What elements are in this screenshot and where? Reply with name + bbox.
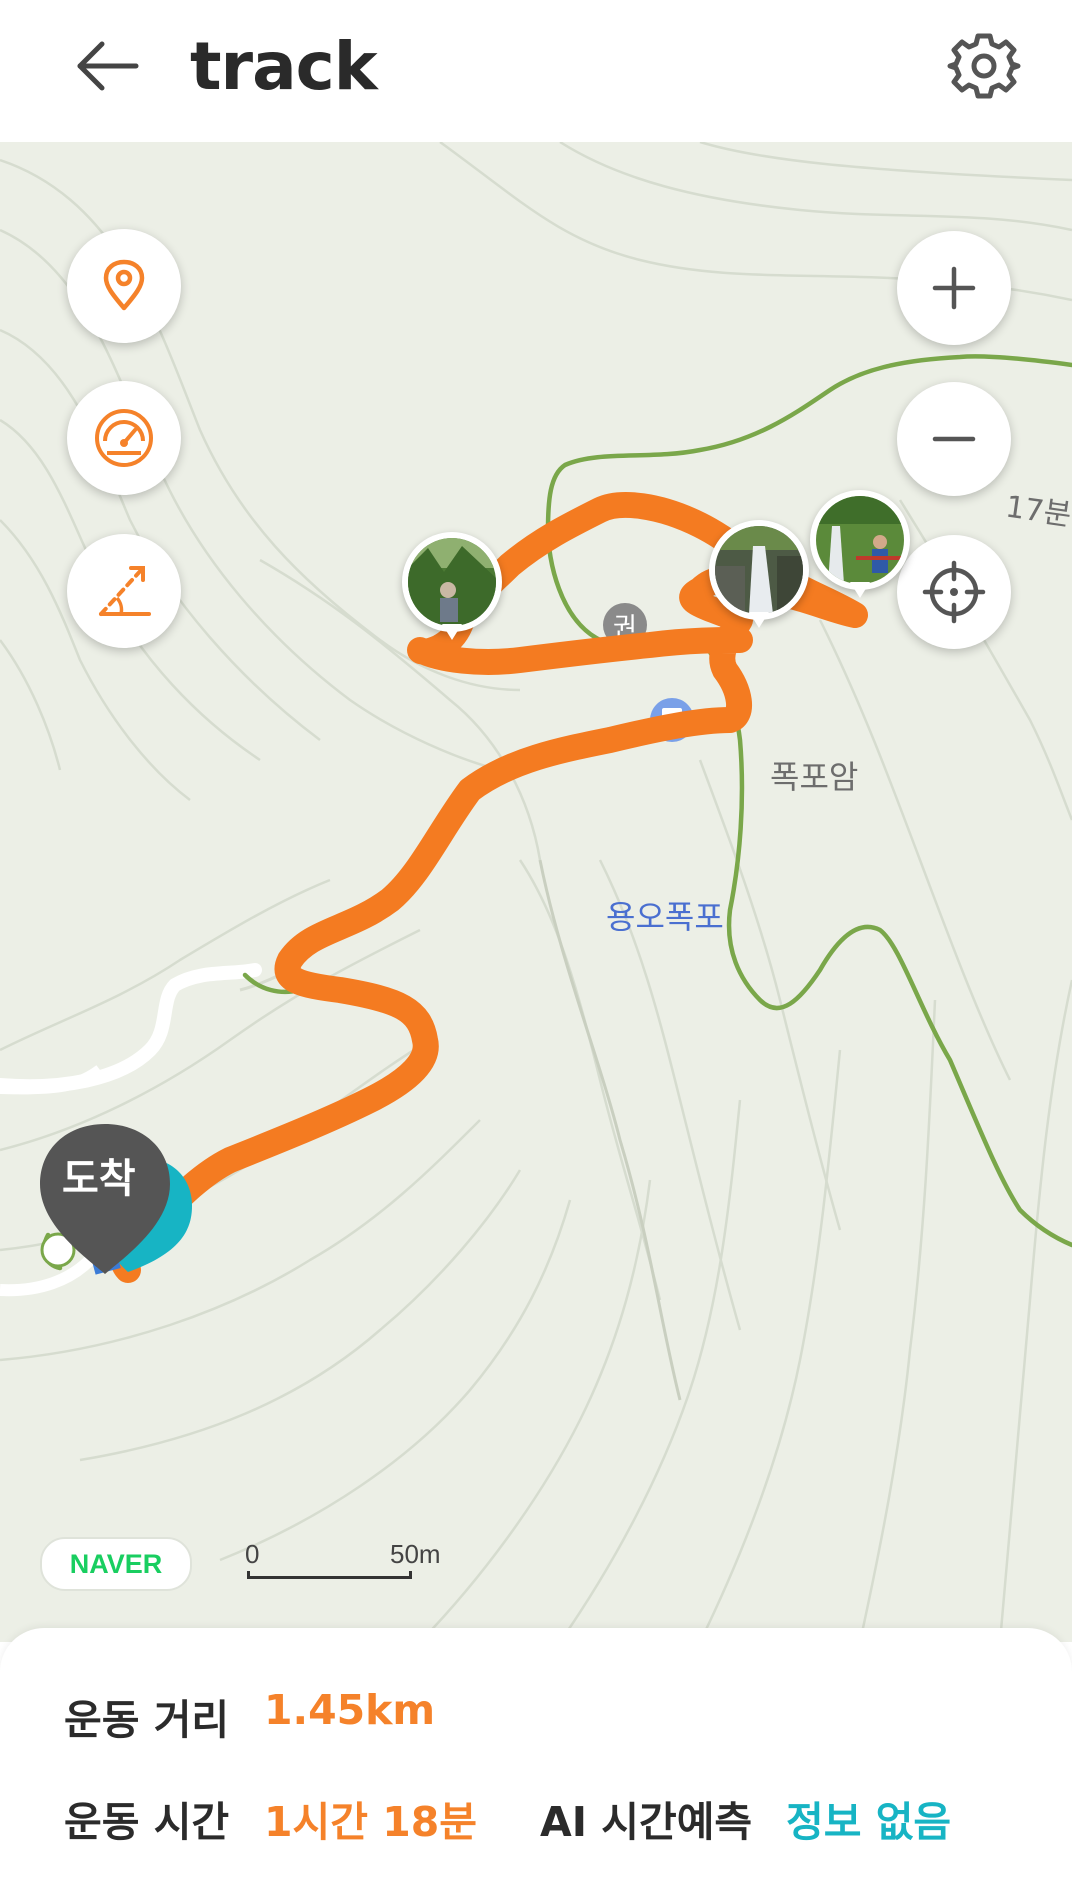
map-canvas: 권	[0, 142, 1072, 1642]
waterfall-photo-thumbnail	[715, 526, 803, 614]
arrival-marker[interactable]	[38, 1114, 198, 1304]
distance-label: 운동 거리	[64, 1696, 230, 1744]
scale-end: 50m	[390, 1539, 441, 1569]
app-header: track	[0, 0, 1072, 142]
naver-logo: NAVER	[40, 1537, 192, 1591]
stats-sheet: 운동 거리 1.45km 운동 시간 1시간 18분 AI 시간예측 정보 없음	[0, 1628, 1072, 1895]
back-button[interactable]	[70, 30, 150, 110]
hiker-photo-thumbnail	[408, 538, 496, 626]
waterfall-poi-label: 용오폭포	[606, 898, 724, 936]
photo-marker-3[interactable]	[810, 490, 910, 598]
zoom-out-icon	[932, 436, 976, 442]
speed-button[interactable]	[67, 381, 181, 495]
page-title: track	[190, 28, 378, 105]
elevation-slope-icon	[99, 566, 151, 616]
gear-icon	[947, 33, 1021, 99]
person-photo-thumbnail	[816, 496, 904, 584]
speedometer-icon	[95, 409, 153, 467]
location-pin-button[interactable]	[67, 229, 181, 343]
duration-value: 1시간 18분	[264, 1798, 478, 1846]
ai-time-prediction-value: 정보 없음	[786, 1798, 952, 1846]
trail-time-label: 17분	[1003, 489, 1072, 534]
zoom-in-button[interactable]	[897, 231, 1011, 345]
scale-start: 0	[245, 1539, 260, 1569]
zoom-in-icon	[932, 266, 976, 310]
my-location-crosshair-icon	[922, 560, 986, 624]
my-location-button[interactable]	[897, 535, 1011, 649]
duration-label: 운동 시간	[64, 1798, 230, 1846]
elevation-button[interactable]	[67, 534, 181, 648]
distance-value: 1.45km	[264, 1686, 436, 1734]
arrival-label: 도착	[62, 1156, 136, 1202]
settings-button[interactable]	[944, 26, 1024, 106]
waterfall-rock-label: 폭포암	[770, 758, 859, 796]
back-arrow-icon	[77, 41, 139, 91]
ai-time-prediction-label: AI 시간예측	[540, 1798, 753, 1846]
location-pin-icon	[103, 259, 145, 311]
map-scale: 0 50m	[245, 1539, 441, 1589]
map-view[interactable]: 권 17분 폭포암 용오폭포 도착 NAVER 0 50m	[0, 142, 1072, 1642]
zoom-out-button[interactable]	[897, 382, 1011, 496]
photo-marker-2[interactable]	[709, 520, 809, 628]
photo-marker-1[interactable]	[402, 532, 502, 640]
